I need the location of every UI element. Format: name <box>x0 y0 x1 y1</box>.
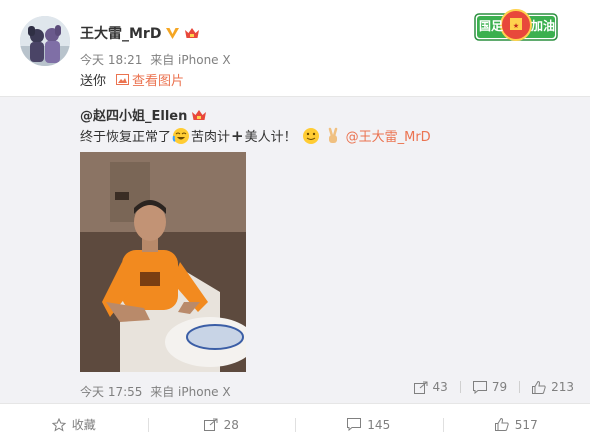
divider <box>459 381 461 393</box>
view-picture-label: 查看图片 <box>132 74 185 89</box>
comment-count: 145 <box>367 417 391 432</box>
vip-crown-icon[interactable] <box>184 26 200 40</box>
post-meta: 今天 18:21 来自 iPhone X <box>80 51 235 68</box>
repost-text-part1: 终于恢复正常了 <box>80 130 172 145</box>
repost-author-row: @赵四小姐_Ellen <box>80 105 207 124</box>
badge-text-right: 加油 <box>531 19 556 33</box>
post-content: 送你 查看图片 <box>80 70 184 89</box>
favorite-button[interactable]: 收藏 <box>0 405 148 444</box>
verified-v-icon[interactable] <box>165 26 180 41</box>
badge-text-left: 国足 <box>479 19 504 33</box>
repost-comment-count: 79 <box>491 380 508 394</box>
post-text: 送你 <box>80 74 107 89</box>
forward-icon <box>413 381 428 394</box>
repost-text-plus: + <box>231 126 244 145</box>
repost-forward-button[interactable]: 43 <box>408 380 454 394</box>
forward-icon <box>203 418 218 431</box>
repost-source[interactable]: 来自 iPhone X <box>150 385 230 399</box>
post-author-row: 王大雷_MrD <box>80 23 200 43</box>
repost-author[interactable]: @赵四小姐_Ellen <box>80 105 187 124</box>
thumbs-up-icon <box>532 380 546 394</box>
repost-meta: 今天 17:55 来自 iPhone X <box>80 383 235 400</box>
repost-like-button[interactable]: 213 <box>526 380 580 394</box>
repost-text-part3: 美人计！ <box>244 130 297 145</box>
repost-time[interactable]: 今天 17:55 <box>80 385 142 399</box>
weibo-post: 王大雷_MrD 今天 18:21 来自 iPhone X 送你 查看图片 ★ 国… <box>0 0 590 444</box>
post-action-bar: 收藏 28 145 517 <box>0 405 590 444</box>
repost-forward-count: 43 <box>432 380 448 394</box>
repost-comment-button[interactable]: 79 <box>467 380 513 394</box>
post-time[interactable]: 今天 18:21 <box>80 53 142 67</box>
smile-emoji-icon <box>302 127 320 145</box>
author-name[interactable]: 王大雷_MrD <box>80 23 161 43</box>
avatar[interactable] <box>20 16 70 66</box>
post-source[interactable]: 来自 iPhone X <box>150 53 230 67</box>
repost-like-count: 213 <box>551 380 574 394</box>
divider <box>519 381 521 393</box>
team-support-badge: ★ 国足 加油 <box>473 4 559 46</box>
star-icon <box>51 417 66 432</box>
view-picture-link[interactable]: 查看图片 <box>116 70 184 89</box>
repost-card: @赵四小姐_Ellen 终于恢复正常了 苦肉计 + 美人计！ @王大雷_MrD <box>0 96 590 404</box>
mention-link[interactable]: @王大雷_MrD <box>346 126 431 145</box>
victory-hand-icon <box>324 127 342 145</box>
favorite-label: 收藏 <box>71 418 96 432</box>
picture-icon <box>116 74 130 85</box>
like-button[interactable]: 517 <box>442 405 590 444</box>
repost-actions: 43 79 213 <box>408 380 580 394</box>
repost-photo[interactable] <box>80 152 246 372</box>
forward-count: 28 <box>223 417 239 432</box>
comment-button[interactable]: 145 <box>295 405 443 444</box>
svg-text:★: ★ <box>513 22 519 30</box>
crying-laugh-emoji-icon <box>172 127 190 145</box>
like-count: 517 <box>514 417 538 432</box>
vip-crown-icon[interactable] <box>191 108 207 122</box>
comment-icon <box>347 418 362 431</box>
thumbs-up-icon <box>494 418 509 431</box>
repost-text-part2: 苦肉计 <box>191 130 231 145</box>
comment-icon <box>472 380 487 394</box>
forward-button[interactable]: 28 <box>147 405 296 444</box>
repost-text: 终于恢复正常了 苦肉计 + 美人计！ @王大雷_MrD <box>80 126 431 146</box>
